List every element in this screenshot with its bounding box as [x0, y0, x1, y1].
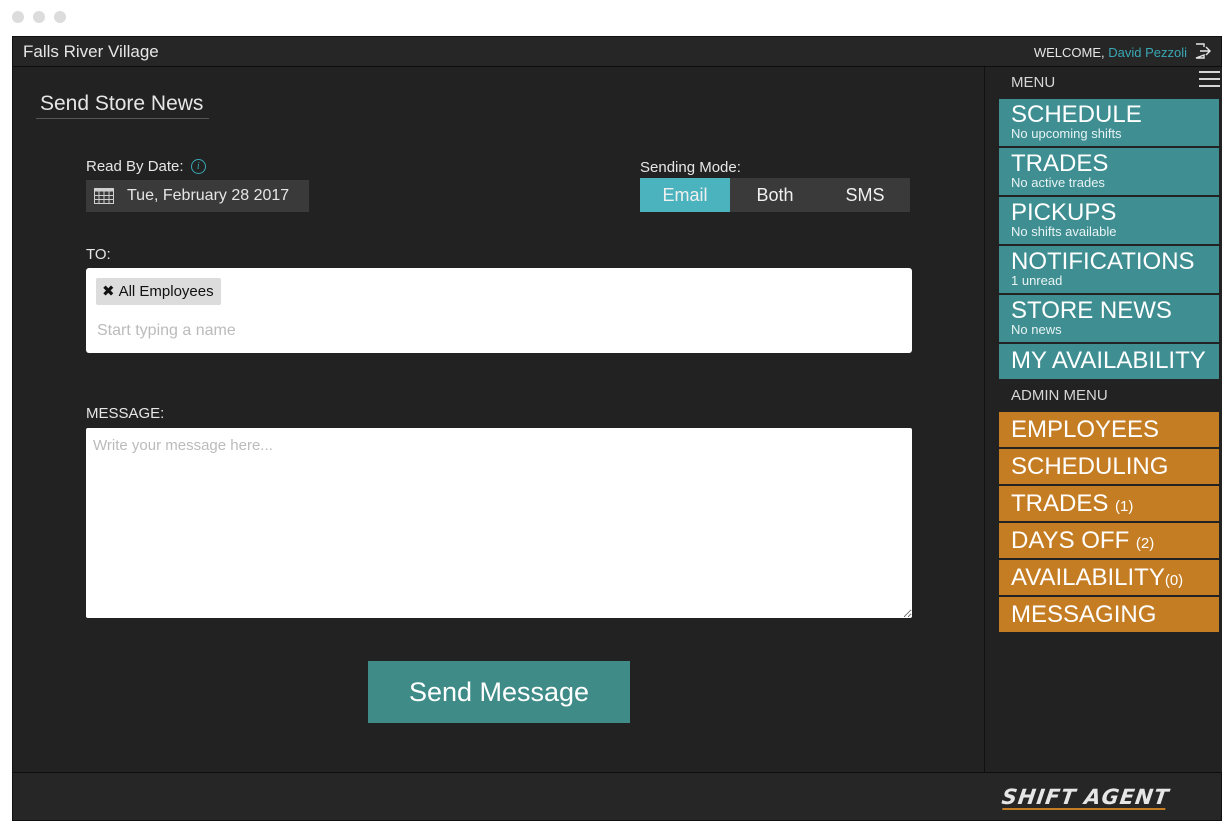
window-controls: [12, 11, 66, 23]
mode-email-button[interactable]: Email: [640, 178, 730, 212]
logout-icon[interactable]: [1193, 41, 1213, 61]
sidebar: MENU SCHEDULE No upcoming shifts TRADES …: [984, 67, 1222, 772]
menu-item-notifications[interactable]: NOTIFICATIONS 1 unread: [999, 246, 1219, 293]
minimize-window-dot[interactable]: [33, 11, 45, 23]
menu-item-label: NOTIFICATIONS: [1011, 248, 1195, 275]
sending-mode-label: Sending Mode:: [640, 159, 741, 176]
menu-item-trades[interactable]: TRADES No active trades: [999, 148, 1219, 195]
menu-item-sub: No upcoming shifts: [1011, 126, 1122, 141]
admin-item-employees[interactable]: EMPLOYEES: [999, 412, 1219, 447]
read-by-date-value: Tue, February 28 2017: [127, 187, 290, 204]
store-name: Falls River Village: [23, 42, 159, 61]
menu-item-schedule[interactable]: SCHEDULE No upcoming shifts: [999, 99, 1219, 146]
menu-item-sub: No shifts available: [1011, 224, 1117, 239]
maximize-window-dot[interactable]: [54, 11, 66, 23]
footer: SHIFT AGENT: [13, 772, 1221, 820]
read-by-label-text: Read By Date:: [86, 158, 184, 175]
app-window: Falls River Village WELCOME, David Pezzo…: [12, 36, 1222, 821]
mode-sms-button[interactable]: SMS: [820, 178, 910, 212]
page-title: Send Store News: [36, 92, 210, 119]
shift-agent-logo: SHIFT AGENT: [1000, 785, 1171, 810]
admin-item-availability[interactable]: AVAILABILITY(0): [999, 560, 1219, 595]
welcome-label: WELCOME,: [1033, 45, 1105, 60]
menu-item-label: SCHEDULE: [1011, 101, 1142, 128]
admin-item-label: SCHEDULING: [1011, 453, 1169, 480]
admin-item-label: AVAILABILITY: [1011, 564, 1165, 591]
message-label: MESSAGE:: [86, 405, 165, 422]
user-name-link[interactable]: David Pezzoli: [1108, 45, 1187, 60]
message-textarea[interactable]: [86, 428, 912, 618]
menu-item-sub: No active trades: [1011, 175, 1105, 190]
admin-menu-title: ADMIN MENU: [1011, 387, 1108, 404]
close-window-dot[interactable]: [12, 11, 24, 23]
menu-item-label: TRADES: [1011, 150, 1109, 177]
sending-mode-toggle: Email Both SMS: [640, 178, 910, 212]
admin-item-trades[interactable]: TRADES (1): [999, 486, 1219, 521]
info-icon[interactable]: i: [190, 159, 206, 174]
remove-chip-icon[interactable]: ✖: [102, 283, 115, 300]
admin-item-label: EMPLOYEES: [1011, 416, 1160, 443]
menu-item-label: STORE NEWS: [1011, 297, 1172, 324]
recipient-name-input[interactable]: [97, 320, 887, 342]
logo-text: SHIFT AGENT: [1000, 785, 1171, 809]
menu-item-label: PICKUPS: [1011, 199, 1117, 226]
mode-both-button[interactable]: Both: [730, 178, 820, 212]
to-label: TO:: [86, 246, 111, 263]
menu-list: SCHEDULE No upcoming shifts TRADES No ac…: [999, 99, 1219, 634]
menu-title: MENU: [1011, 74, 1056, 91]
admin-item-count: (2): [1135, 535, 1155, 552]
admin-item-label: DAYS OFF: [1011, 527, 1136, 554]
menu-item-my-availability[interactable]: MY AVAILABILITY: [999, 344, 1219, 379]
admin-item-count: (1): [1115, 498, 1134, 515]
main-panel: Send Store News Read By Date: i Tue, Feb…: [13, 67, 983, 772]
recipients-field[interactable]: ✖ All Employees: [86, 268, 912, 353]
send-message-button[interactable]: Send Message: [368, 661, 630, 723]
menu-item-sub: 1 unread: [1011, 273, 1063, 288]
hamburger-icon[interactable]: [1199, 71, 1220, 89]
welcome-text: WELCOME, David Pezzoli: [1034, 45, 1187, 60]
recipient-chip-label: All Employees: [118, 283, 214, 300]
admin-item-messaging[interactable]: MESSAGING: [999, 597, 1219, 632]
read-by-label: Read By Date: i: [86, 158, 206, 175]
menu-item-store-news[interactable]: STORE NEWS No news: [999, 295, 1219, 342]
menu-item-sub: No news: [1011, 322, 1062, 337]
calendar-icon: [94, 188, 114, 204]
menu-item-pickups[interactable]: PICKUPS No shifts available: [999, 197, 1219, 244]
read-by-date-picker[interactable]: Tue, February 28 2017: [86, 180, 309, 212]
menu-item-label: MY AVAILABILITY: [1011, 347, 1206, 374]
admin-item-label: MESSAGING: [1011, 601, 1157, 628]
admin-item-days-off[interactable]: DAYS OFF (2): [999, 523, 1219, 558]
recipient-chip: ✖ All Employees: [96, 278, 221, 305]
top-bar: Falls River Village WELCOME, David Pezzo…: [13, 37, 1221, 67]
admin-item-scheduling[interactable]: SCHEDULING: [999, 449, 1219, 484]
admin-item-label: TRADES: [1011, 490, 1116, 517]
admin-item-count: (0): [1164, 572, 1184, 589]
